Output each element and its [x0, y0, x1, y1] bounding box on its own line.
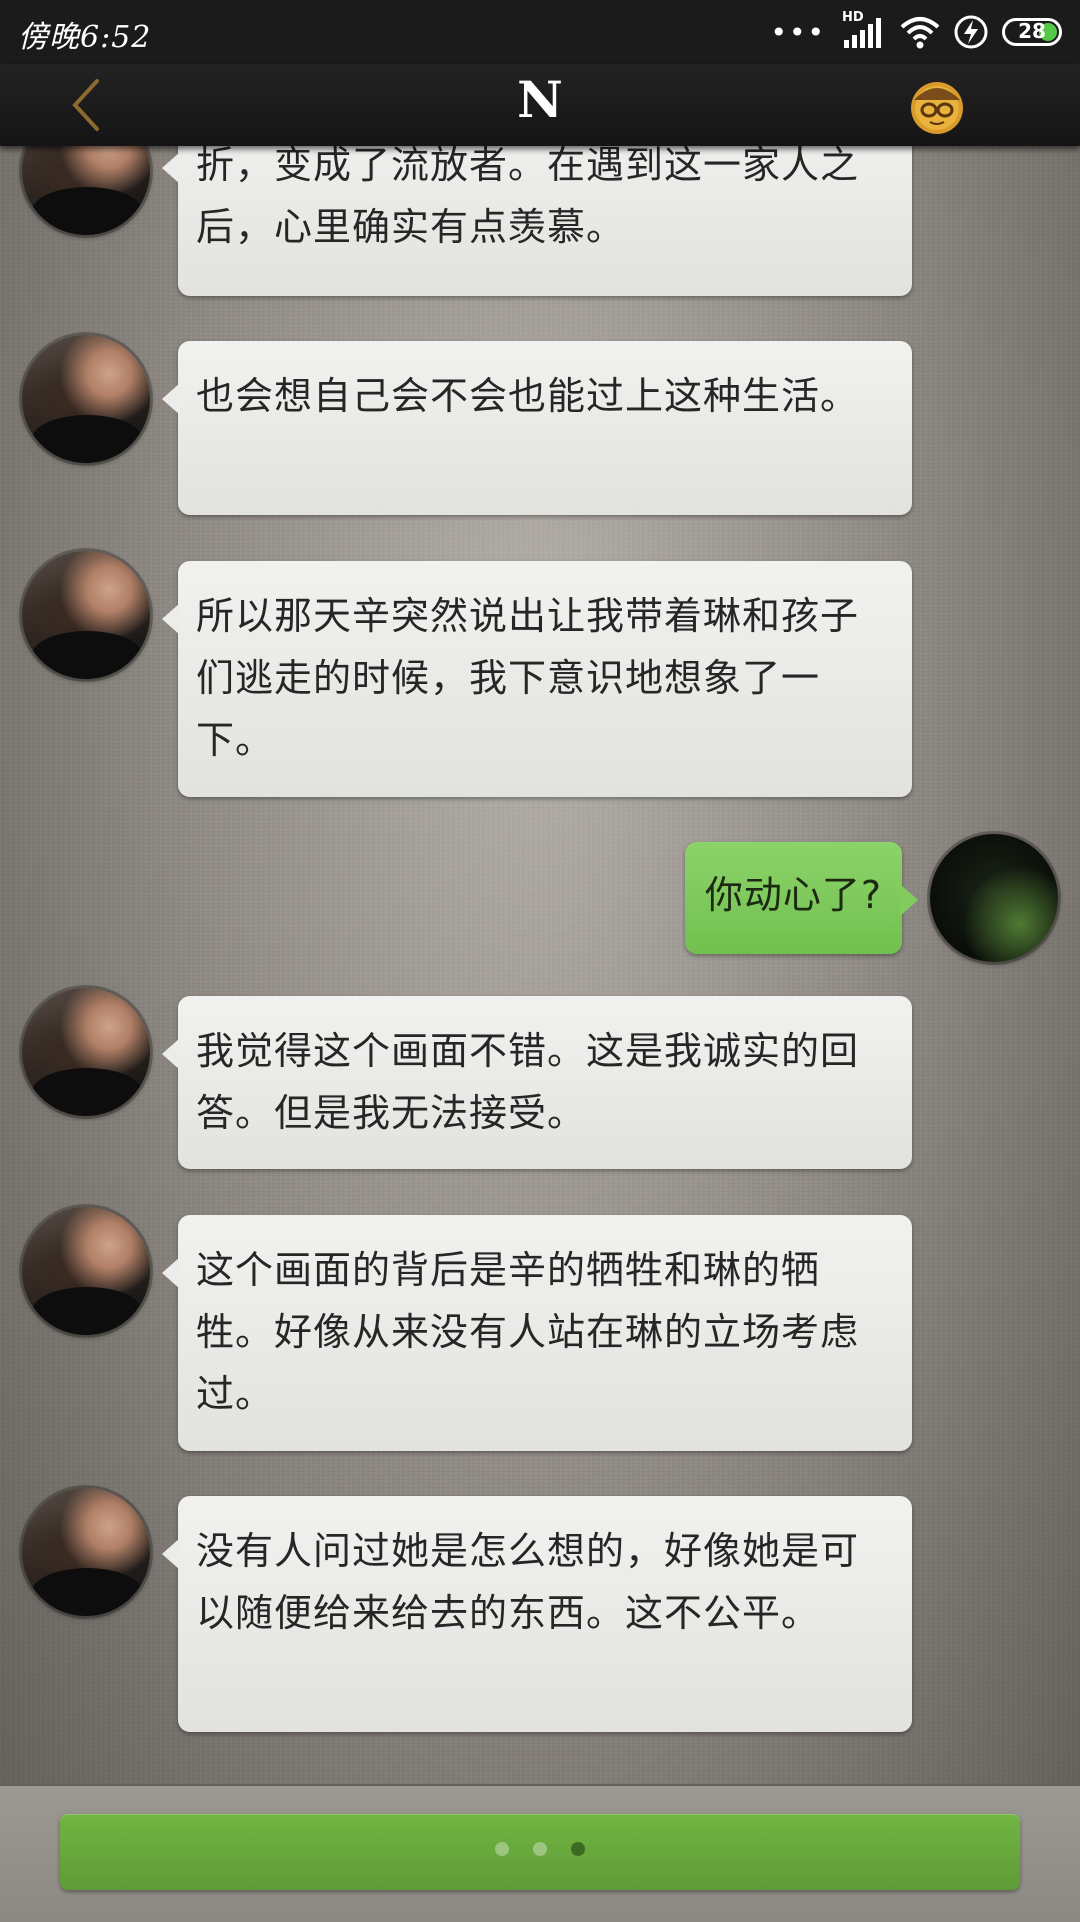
loading-indicator [60, 1842, 1020, 1856]
bottom-bar [0, 1784, 1080, 1922]
status-bar: 傍晚6:52 ••• HD 28 [0, 0, 1080, 64]
message-bubble: 我觉得这个画面不错。这是我诚实的回答。但是我无法接受。 [162, 996, 912, 1169]
hd-label: HD [842, 10, 864, 25]
loading-dot [571, 1842, 585, 1856]
yellow-character-avatar-icon [911, 82, 963, 134]
my-avatar[interactable] [930, 834, 1058, 962]
continue-button[interactable] [60, 1814, 1020, 1890]
message-bubble: 这个画面的背后是辛的牺牲和琳的牺牲。好像从来没有人站在琳的立场考虑过。 [162, 1215, 912, 1451]
message-bubble: 也会想自己会不会也能过上这种生活。 [162, 341, 912, 515]
loading-dot [533, 1842, 547, 1856]
signal-icon: HD [840, 10, 886, 50]
charging-icon [954, 15, 988, 49]
contact-avatar[interactable] [22, 1207, 150, 1335]
contact-avatar[interactable] [22, 335, 150, 463]
status-time: 傍晚6:52 [18, 20, 152, 55]
chat-screen: 傍晚6:52 ••• HD 28 N 折，变成了流放者。在遇到这一家人之后，心里… [0, 0, 1080, 1922]
message-bubble: 没有人问过她是怎么想的，好像她是可以随便给来给去的东西。这不公平。 [162, 1496, 912, 1732]
battery-level: 28 [1018, 19, 1046, 43]
my-message-bubble: 你动心了? [684, 842, 919, 954]
title-bar: N [0, 64, 1080, 146]
message-bubble: 所以那天辛突然说出让我带着琳和孩子们逃走的时候，我下意识地想象了一下。 [162, 561, 912, 797]
battery-icon: 28 [1002, 18, 1062, 46]
status-icons: ••• HD 28 [770, 10, 1062, 52]
contact-avatar[interactable] [22, 988, 150, 1116]
contact-avatar[interactable] [22, 1488, 150, 1616]
contact-avatar[interactable] [22, 551, 150, 679]
loading-dot [495, 1842, 509, 1856]
profile-avatar-button[interactable] [902, 70, 972, 140]
wifi-icon [900, 17, 940, 49]
more-dots-icon: ••• [770, 15, 826, 49]
